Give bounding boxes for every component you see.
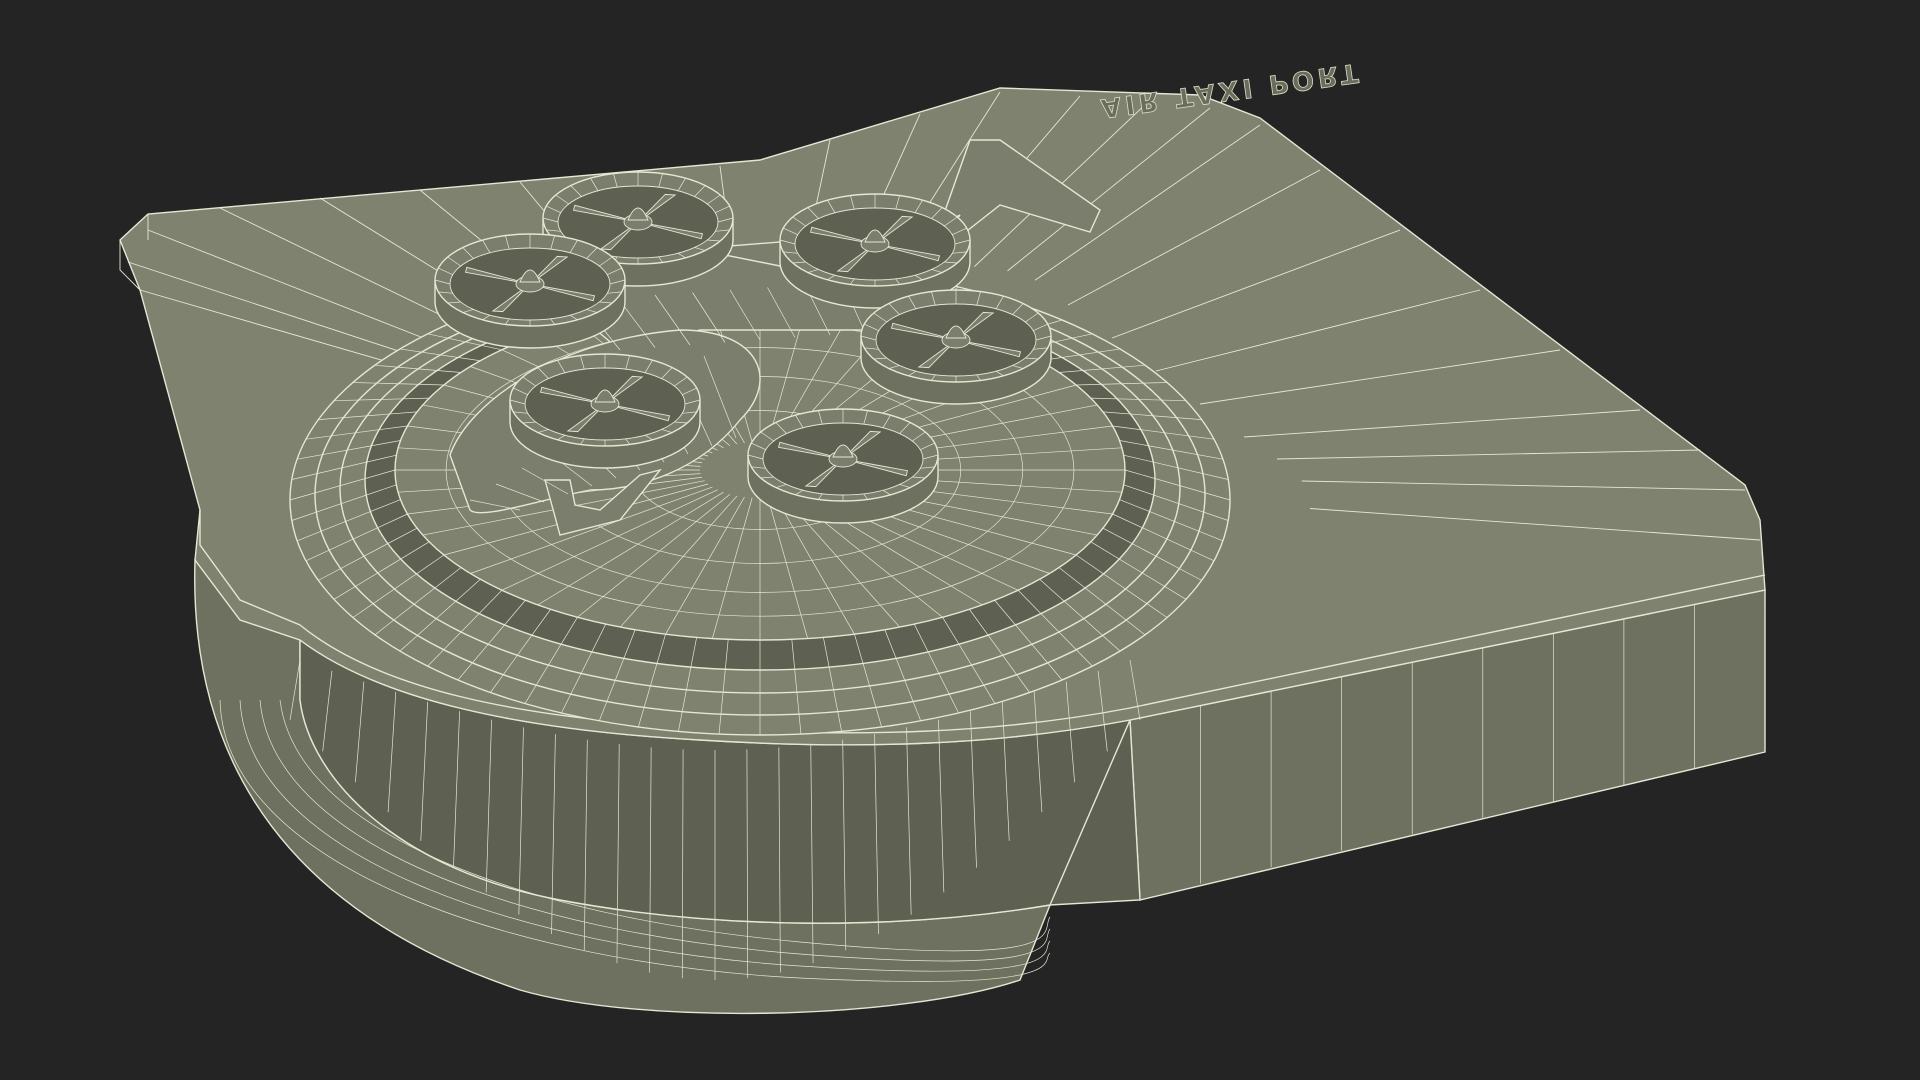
rotor-5 — [509, 353, 701, 469]
rotor-4 — [860, 289, 1052, 405]
vertiport-model: AIR TAXI PORT — [119, 56, 1766, 1015]
rotor-3 — [434, 233, 626, 349]
rotor-6 — [747, 408, 939, 524]
viewport: AIR TAXI PORT — [119, 56, 1766, 1015]
